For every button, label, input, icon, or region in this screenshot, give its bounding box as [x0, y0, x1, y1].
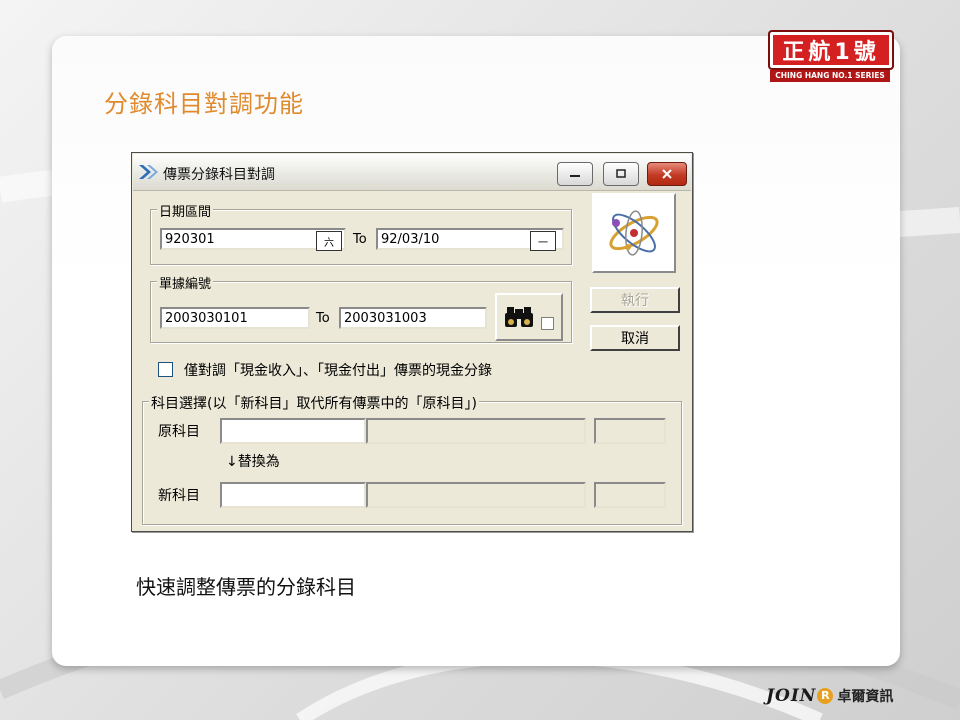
app-icon	[139, 165, 158, 179]
binoculars-icon	[505, 307, 533, 327]
account-selection-label: 科目選擇(以「新科目」取代所有傳票中的「原科目」)	[149, 393, 479, 413]
cash-only-label: 僅對調「現金收入」、「現金付出」傳票的現金分錄	[184, 363, 492, 379]
calendar-icon: 一	[538, 237, 548, 249]
join-logo-chinese: 卓爾資訊	[837, 689, 894, 705]
calendar-icon: 六	[324, 237, 334, 249]
original-account-code-input[interactable]	[220, 418, 366, 444]
close-button[interactable]	[647, 162, 687, 186]
date-to-calendar-button[interactable]: 一	[530, 231, 556, 251]
brand-sub-text: CHING HANG NO.1 SERIES	[770, 70, 890, 82]
brand-logo: 正航1號 CHING HANG NO.1 SERIES	[764, 22, 896, 86]
slide-caption: 快速調整傳票的分錄科目	[136, 575, 356, 599]
brand-main-text: 正航1號	[768, 30, 894, 70]
voucher-number-label: 單據編號	[157, 273, 214, 292]
voucher-to-label: To	[316, 311, 330, 326]
voucher-from-input[interactable]	[160, 307, 310, 329]
dialog-titlebar[interactable]: 傳票分錄科目對調	[133, 154, 691, 191]
close-icon	[662, 169, 672, 179]
voucher-search-checkbox[interactable]	[541, 317, 554, 330]
new-account-label: 新科目	[158, 488, 200, 504]
replace-with-hint: ↓替換為	[226, 454, 280, 470]
date-from-calendar-button[interactable]: 六	[316, 231, 342, 251]
execute-button[interactable]: 執行	[590, 287, 680, 313]
join-logo-text: JOIN	[766, 686, 817, 706]
voucher-to-input[interactable]	[339, 307, 487, 329]
atom-icon	[609, 210, 659, 256]
original-account-label: 原科目	[158, 424, 200, 440]
app-logo-panel	[592, 193, 676, 273]
new-account-name-field	[366, 482, 586, 508]
minimize-button[interactable]	[557, 162, 593, 186]
voucher-swap-dialog: 傳票分錄科目對調 日期區間 六 To 一 單據編號 To	[131, 152, 693, 532]
date-range-label: 日期區間	[157, 201, 214, 220]
maximize-button[interactable]	[603, 162, 639, 186]
new-account-extra-field	[594, 482, 666, 508]
cash-only-checkbox[interactable]	[158, 362, 173, 377]
cancel-button[interactable]: 取消	[590, 325, 680, 351]
join-footer-logo: JOIN R 卓爾資訊	[766, 684, 906, 708]
maximize-icon	[616, 169, 626, 178]
new-account-code-input[interactable]	[220, 482, 366, 508]
minimize-icon	[570, 175, 580, 177]
date-to-label: To	[353, 232, 367, 247]
join-logo-mark: R	[817, 688, 834, 704]
voucher-search-button[interactable]	[495, 293, 563, 341]
original-account-extra-field	[594, 418, 666, 444]
dialog-title: 傳票分錄科目對調	[163, 167, 275, 183]
original-account-name-field	[366, 418, 586, 444]
page-title: 分錄科目對調功能	[104, 90, 304, 118]
